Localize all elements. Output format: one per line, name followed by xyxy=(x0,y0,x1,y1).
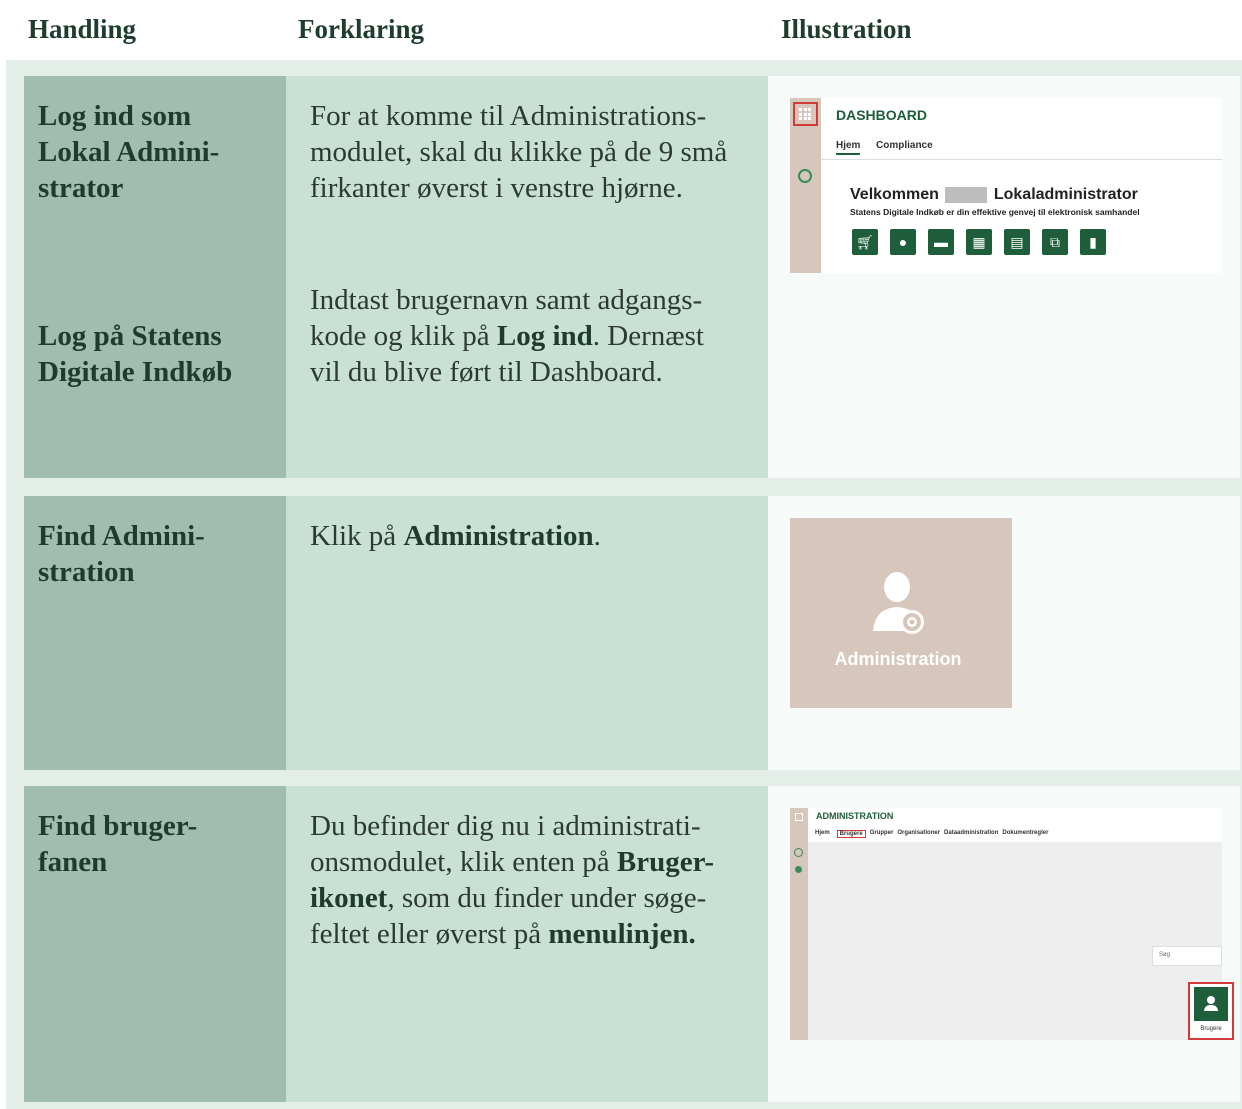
welcome-text: Velkommen Lokaladministrator xyxy=(850,186,1138,204)
explanation-cell: Du befinder dig nu i administrati-onsmod… xyxy=(286,786,768,1102)
header-handling: Handling xyxy=(28,14,137,44)
dashboard-title: DASHBOARD xyxy=(836,107,927,123)
user-gear-icon[interactable]: ● xyxy=(890,229,916,255)
table-row: Find Admini- stration Klik på Administra… xyxy=(24,496,1240,770)
explanation-text: Klik på Administration. xyxy=(310,518,754,554)
admin-tabs: Hjem Brugere Grupper Organisationer Data… xyxy=(812,830,1048,838)
action-label: Find Admini- stration xyxy=(38,520,205,588)
document-icon[interactable]: ▮ xyxy=(1080,229,1106,255)
header-forklaring: Forklaring xyxy=(298,14,424,44)
instruction-table: Log ind som Lokal Admini- strator Log på… xyxy=(6,60,1242,1109)
text-bold: menulinjen. xyxy=(548,918,696,950)
table-row: Find bruger- fanen Du befinder dig nu i … xyxy=(24,786,1240,1102)
exchange-icon[interactable]: ⧉ xyxy=(1042,229,1068,255)
illustration-cell: ADMINISTRATION Hjem Brugere Grupper Orga… xyxy=(768,786,1240,1102)
tab-brugere[interactable]: Brugere xyxy=(836,830,866,838)
compass-icon[interactable] xyxy=(794,848,803,857)
cart-icon[interactable]: 🛒︎ xyxy=(852,229,878,255)
text-part: . xyxy=(593,520,601,552)
action-label: Find bruger- fanen xyxy=(38,810,198,878)
action-label: Log på Statens Digitale Indkøb xyxy=(38,320,233,388)
tab-hjem[interactable]: Hjem xyxy=(836,140,861,155)
admin-title: ADMINISTRATION xyxy=(816,811,894,821)
user-icon xyxy=(1194,987,1228,1021)
admin-content-area: Søg Brugere xyxy=(808,842,1234,1040)
admin-sidebar xyxy=(790,808,808,1040)
admin-module-screenshot: ADMINISTRATION Hjem Brugere Grupper Orga… xyxy=(790,808,1234,1040)
text-part: Klik på xyxy=(310,520,404,552)
user-gear-icon xyxy=(873,572,924,634)
tab-dataadministration[interactable]: Dataadministration xyxy=(944,830,998,838)
action-cell: Log ind som Lokal Admini- strator Log på… xyxy=(24,76,286,478)
brugere-label: Brugere xyxy=(1200,1026,1222,1032)
dashboard-subtitle: Statens Digitale Indkøb er din effektive… xyxy=(850,207,1140,217)
tab-compliance[interactable]: Compliance xyxy=(876,140,933,151)
action-cell: Find Admini- stration xyxy=(24,496,286,770)
header-illustration: Illustration xyxy=(781,14,912,44)
dashboard-sidebar xyxy=(790,98,821,273)
tab-organisationer[interactable]: Organisationer xyxy=(897,830,940,838)
table-row: Log ind som Lokal Admini- strator Log på… xyxy=(24,76,1240,478)
excel-icon[interactable]: ▦ xyxy=(966,229,992,255)
handshake-icon[interactable]: ▬ xyxy=(928,229,954,255)
explanation-cell: Klik på Administration. xyxy=(286,496,768,770)
compass-icon[interactable] xyxy=(798,169,812,183)
redacted-name xyxy=(945,186,988,203)
app-grid-icon[interactable] xyxy=(795,813,803,821)
explanation-text: For at komme til Administrations-modulet… xyxy=(310,100,728,204)
welcome-role: Lokaladministrator xyxy=(993,186,1138,203)
table-header: Handling Forklaring Illustration xyxy=(0,10,1242,50)
search-input[interactable]: Søg xyxy=(1152,946,1222,966)
app-grid-icon[interactable] xyxy=(799,108,811,120)
report-icon[interactable]: ▤ xyxy=(1004,229,1030,255)
tab-dokumentregler[interactable]: Dokumentregler xyxy=(1002,830,1048,838)
explanation-text: Indtast brugernavn samt adgangs-kode og … xyxy=(310,282,740,390)
user-icon[interactable] xyxy=(795,866,802,873)
text-bold: Log ind xyxy=(496,320,593,352)
action-label: Log ind som Lokal Admini- strator xyxy=(38,100,220,204)
dashboard-screenshot: DASHBOARD Hjem Compliance Velkommen Loka… xyxy=(790,98,1222,273)
tab-grupper[interactable]: Grupper xyxy=(870,830,894,838)
administration-tile[interactable]: Administration xyxy=(790,518,1012,708)
divider xyxy=(821,159,1222,160)
explanation-text: Du befinder dig nu i administrati-onsmod… xyxy=(310,808,750,952)
text-bold: Administration xyxy=(403,520,594,552)
illustration-cell: Administration xyxy=(768,496,1240,770)
action-cell: Find bruger- fanen xyxy=(24,786,286,1102)
illustration-cell: DASHBOARD Hjem Compliance Velkommen Loka… xyxy=(768,76,1240,478)
explanation-cell: For at komme til Administrations-modulet… xyxy=(286,76,768,478)
tab-hjem[interactable]: Hjem xyxy=(812,830,833,838)
administration-label: Administration xyxy=(834,649,962,669)
brugere-button[interactable]: Brugere xyxy=(1188,982,1234,1040)
welcome-word: Velkommen xyxy=(850,186,939,203)
